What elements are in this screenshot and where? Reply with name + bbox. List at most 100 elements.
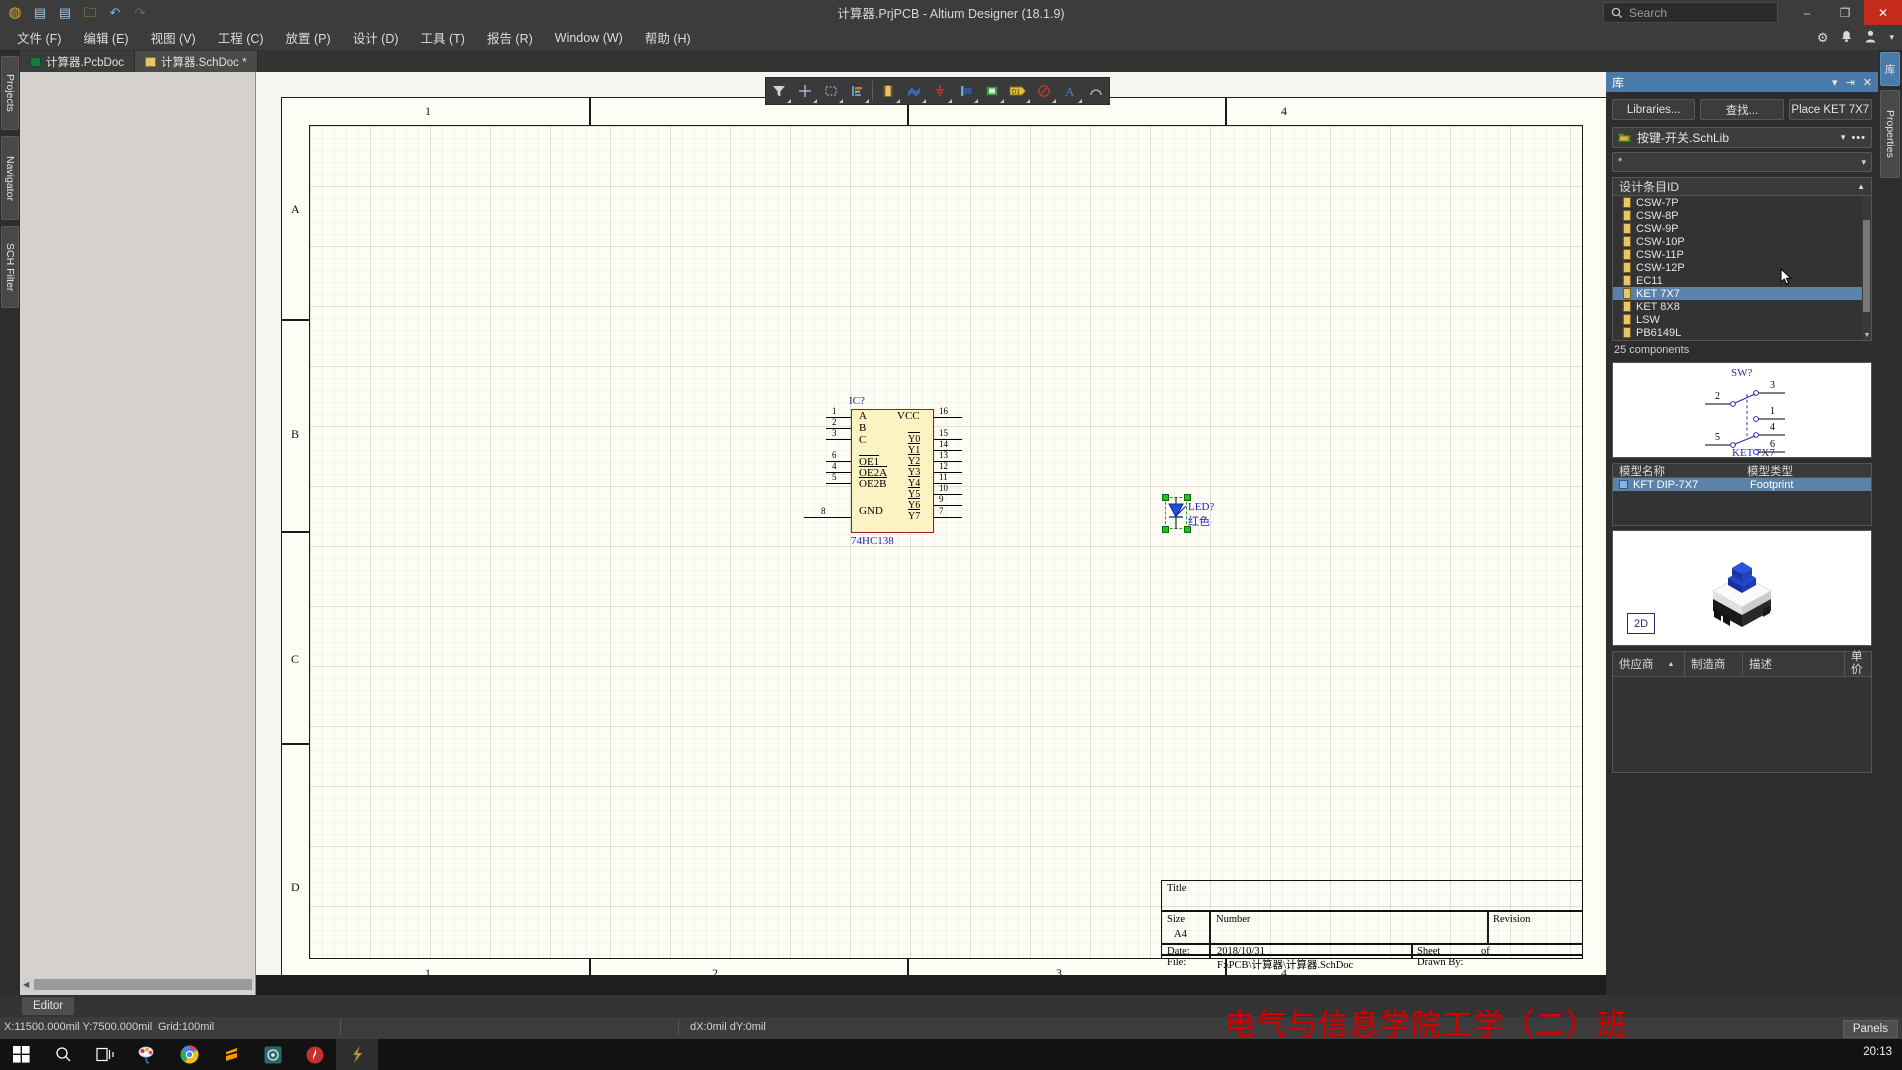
sidebar-tab-projects[interactable]: Projects [1,56,19,130]
place-gnd-icon[interactable] [927,78,953,104]
sidebar-tab-navigator[interactable]: Navigator [1,136,19,220]
scrollbar-thumb[interactable] [1863,220,1870,312]
list-item[interactable]: EC11 [1613,274,1871,287]
windows-start-icon[interactable] [0,1039,42,1070]
model-name-column-header[interactable]: 模型名称 [1613,464,1741,478]
manufacturer-column-header[interactable]: 制造商 [1685,652,1743,676]
maximize-restore-button[interactable]: ❐ [1826,0,1864,25]
doc-tab-sch[interactable]: 计算器.SchDoc * [134,51,258,72]
place-wire-icon[interactable] [901,78,927,104]
search-icon[interactable] [42,1039,84,1070]
supplier-column-header[interactable]: 供应商 ▲ [1613,652,1685,676]
menu-window[interactable]: Window (W) [544,28,634,48]
list-item[interactable]: LSW [1613,313,1871,326]
component-list-scrollbar[interactable]: ▼ [1862,196,1871,340]
doc-tab-pcb[interactable]: 计算器.PcbDoc [20,51,135,72]
chevron-down-icon[interactable]: ▾ [1841,132,1846,143]
component-list-header[interactable]: 设计条目ID ▲ [1612,177,1872,195]
menu-view[interactable]: 视图 (V) [140,25,207,50]
panel-menu-chevron-icon[interactable]: ▾ [1832,76,1838,89]
schematic-canvas[interactable]: 1 4 1 2 3 4 A B C D IC? 74HC138 1 2 3 6 … [256,72,1606,975]
sort-ascending-icon[interactable]: ▲ [1857,182,1865,191]
sublime-app-icon[interactable] [210,1039,252,1070]
menu-place[interactable]: 放置 (P) [275,25,342,50]
close-button[interactable]: ✕ [1864,0,1902,25]
library-options-icon[interactable]: ••• [1851,132,1866,144]
list-item[interactable]: CSW-10P [1613,235,1871,248]
list-item[interactable]: SSW-1P [1613,339,1871,341]
list-item[interactable]: KET 8X8 [1613,300,1871,313]
scrollbar-thumb[interactable] [34,979,252,990]
menu-help[interactable]: 帮助 (H) [634,25,702,50]
open-folder-icon[interactable]: 🗀 [79,2,101,23]
chevron-down-icon[interactable]: ▾ [1861,157,1866,168]
task-view-icon[interactable] [84,1039,126,1070]
search-library-button[interactable]: 查找... [1700,99,1784,120]
place-net-label-icon[interactable] [953,78,979,104]
list-item[interactable]: CSW-8P [1613,209,1871,222]
place-no-erc-icon[interactable] [1031,78,1057,104]
place-arc-icon[interactable] [1083,78,1109,104]
menu-design[interactable]: 设计 (D) [342,25,410,50]
supplier-table-body[interactable] [1612,677,1872,773]
sidebar-tab-properties[interactable]: Properties [1880,90,1900,178]
list-item[interactable]: CSW-12P [1613,261,1871,274]
select-area-icon[interactable] [818,78,844,104]
place-part-icon[interactable] [875,78,901,104]
model-table[interactable]: KFT DIP-7X7 Footprint [1612,478,1872,526]
table-row[interactable]: KFT DIP-7X7 Footprint [1613,478,1871,491]
list-item[interactable]: PB6149L [1613,326,1871,339]
list-item[interactable]: CSW-11P [1613,248,1871,261]
scroll-left-arrow-icon[interactable]: ◀ [23,980,29,989]
projects-panel-hscrollbar[interactable]: ◀ [22,978,254,991]
scroll-down-arrow-icon[interactable]: ▼ [1864,332,1871,339]
tab-editor[interactable]: Editor [22,997,75,1015]
list-item-selected[interactable]: KET 7X7 [1613,287,1871,300]
gear-icon[interactable]: ⚙ [1817,30,1829,46]
place-text-icon[interactable]: A [1057,78,1083,104]
undo-icon[interactable]: ↶ [104,2,126,23]
model-type-column-header[interactable]: 模型类型 [1741,464,1871,478]
component-filter-input[interactable]: * ▾ [1612,152,1872,172]
paint-app-icon[interactable] [126,1039,168,1070]
view-mode-2d-button[interactable]: 2D [1627,613,1655,634]
menu-edit[interactable]: 编辑 (E) [72,25,139,50]
symbol-preview[interactable]: SW? 2 3 1 5 4 6 KET 7X7 [1612,362,1872,459]
place-designator-icon[interactable]: D1 [1005,78,1031,104]
filter-tool-icon[interactable] [766,78,792,104]
unit-price-column-header[interactable]: 单价 [1845,651,1871,676]
panel-close-icon[interactable]: ✕ [1863,76,1872,89]
library-selector-combo[interactable]: 按键-开关.SchLib ▾ ••• [1612,127,1872,148]
sidebar-tab-library[interactable]: 库 [1880,52,1900,86]
list-item[interactable]: CSW-9P [1613,222,1871,235]
component-list[interactable]: CSW-7P CSW-8P CSW-9P CSW-10P CSW-11P CSW… [1612,195,1872,341]
search-input[interactable]: Search [1603,2,1778,23]
description-column-header[interactable]: 描述 [1743,652,1845,676]
menu-reports[interactable]: 报告 (R) [476,25,544,50]
recorder-app-icon[interactable] [252,1039,294,1070]
taskbar-clock[interactable]: 20:13 [1863,1046,1892,1058]
chevron-down-icon[interactable]: ▾ [1889,32,1894,43]
crosshair-tool-icon[interactable] [792,78,818,104]
menu-tools[interactable]: 工具 (T) [410,25,476,50]
footprint-3d-preview[interactable]: 2D [1612,530,1872,646]
minimize-button[interactable]: – [1788,0,1826,25]
place-sheet-symbol-icon[interactable] [979,78,1005,104]
sidebar-tab-sch-filter[interactable]: SCH Filter [1,226,19,308]
align-tool-icon[interactable] [844,78,870,104]
menu-project[interactable]: 工程 (C) [207,25,275,50]
list-item[interactable]: CSW-7P [1613,196,1871,209]
libraries-button[interactable]: Libraries... [1612,99,1696,120]
altium-app-icon[interactable] [336,1039,378,1070]
media-app-icon[interactable] [294,1039,336,1070]
menu-file[interactable]: 文件 (F) [6,25,72,50]
projects-panel[interactable] [20,72,256,995]
panel-pin-icon[interactable]: ⇥ [1846,76,1855,89]
save-icon[interactable]: ▤ [29,2,51,23]
user-account-icon[interactable] [1865,30,1876,46]
panels-button[interactable]: Panels [1842,1020,1898,1038]
chrome-app-icon[interactable] [168,1039,210,1070]
save-all-icon[interactable]: ▤ [54,2,76,23]
altium-logo-icon[interactable]: ◍ [4,2,26,23]
place-component-button[interactable]: Place KET 7X7 [1788,99,1872,120]
